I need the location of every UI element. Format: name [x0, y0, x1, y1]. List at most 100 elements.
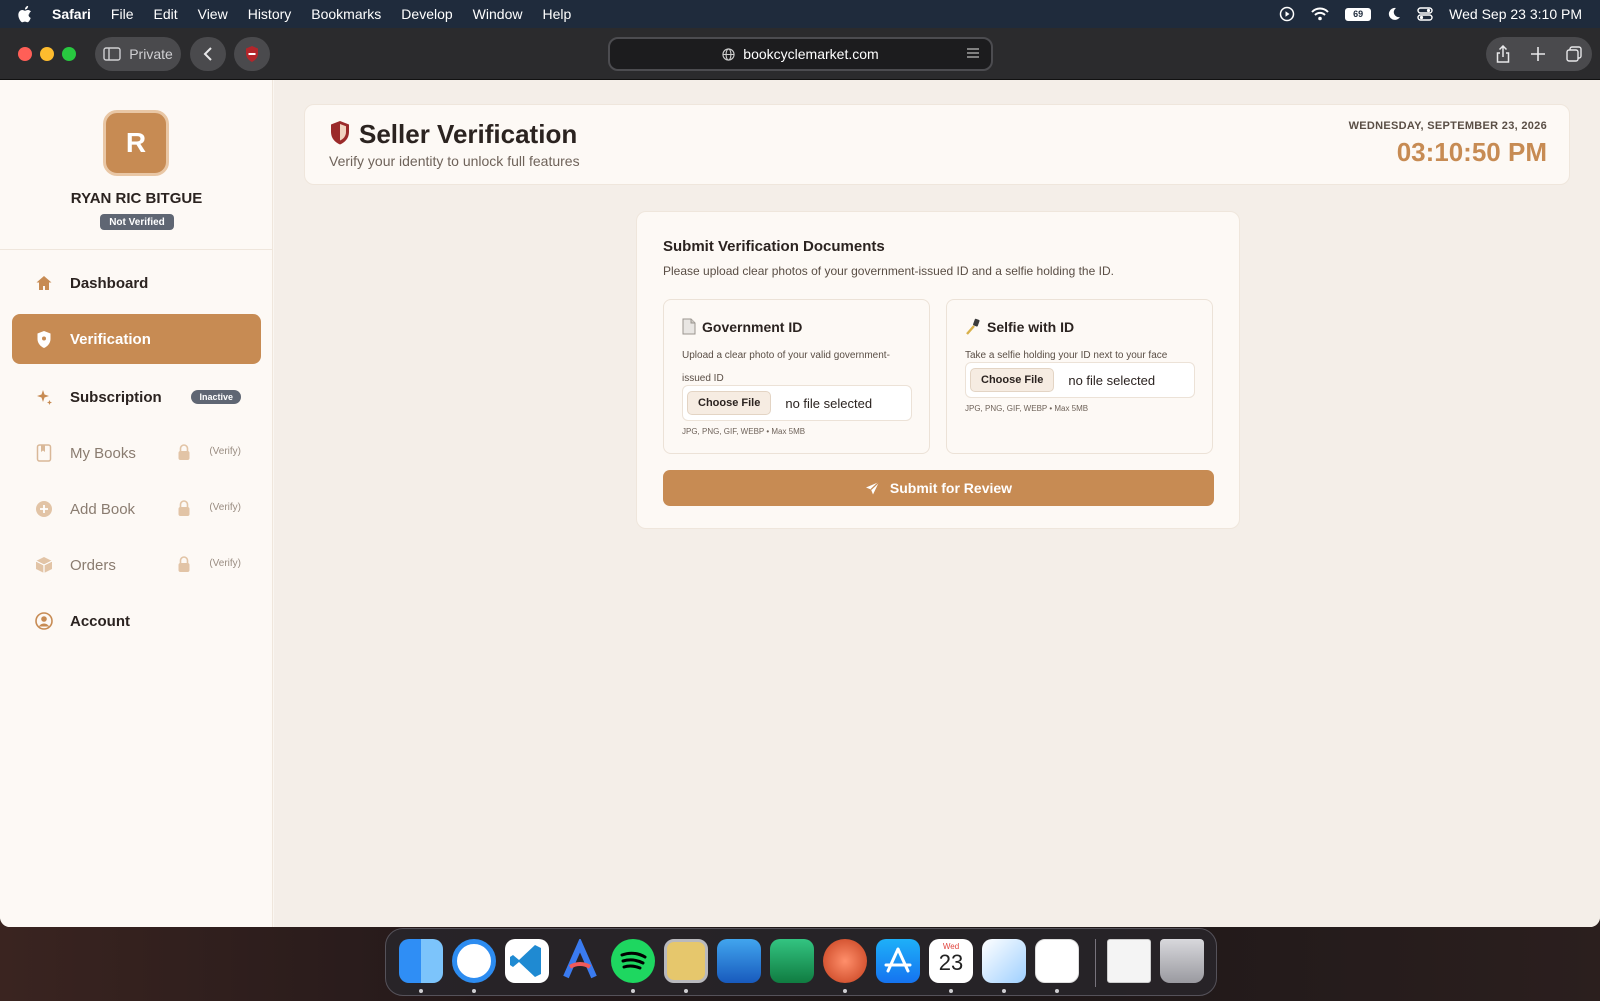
reader-menu-icon[interactable] [967, 48, 979, 58]
sidebar-item-orders[interactable]: Orders (Verify) [12, 540, 261, 590]
app-store-icon[interactable] [876, 939, 920, 983]
verification-documents-card: Submit Verification Documents Please upl… [636, 211, 1240, 529]
finder-icon[interactable] [399, 939, 443, 983]
safari-icon[interactable] [452, 939, 496, 983]
submit-for-review-button[interactable]: Submit for Review [663, 470, 1214, 506]
selfie-file-input[interactable]: Choose File no file selected [965, 362, 1195, 398]
selfie-upload: Selfie with ID Take a selfie holding you… [946, 299, 1213, 454]
menu-bar: Safari File Edit View History Bookmarks … [0, 0, 1600, 28]
word-icon[interactable] [717, 939, 761, 983]
page-subtitle: Verify your identity to unlock full feat… [329, 153, 580, 169]
government-id-file-input[interactable]: Choose File no file selected [682, 385, 912, 421]
lock-icon [177, 499, 191, 521]
choose-file-button[interactable]: Choose File [687, 391, 772, 415]
shield-icon [34, 329, 54, 349]
sidebar-item-label: Dashboard [70, 274, 149, 292]
toolbar-actions [1486, 37, 1592, 71]
moon-icon[interactable] [1387, 7, 1401, 21]
sidebar-item-label: My Books [70, 444, 136, 462]
lock-icon [177, 555, 191, 577]
subscription-status-badge: Inactive [191, 390, 241, 404]
address-bar[interactable]: bookcyclemarket.com [608, 37, 993, 71]
sidebar-item-subscription[interactable]: Subscription Inactive [12, 372, 261, 422]
spotify-icon[interactable] [611, 939, 655, 983]
calendar-icon[interactable]: Wed 23 [929, 939, 973, 983]
menu-bookmarks[interactable]: Bookmarks [311, 6, 381, 22]
government-id-title: Government ID [702, 318, 803, 335]
browser-window: Private bookcyclemarket.com R RYAN RIC B… [0, 28, 1600, 927]
file-status: no file selected [1068, 372, 1156, 388]
private-label: Private [129, 46, 173, 62]
globe-icon [722, 47, 735, 61]
app-sidebar: R RYAN RIC BITGUE Not Verified Dashboard… [0, 80, 273, 927]
file-format-hint: JPG, PNG, GIF, WEBP • Max 5MB [965, 404, 1089, 413]
selfie-stick-icon [966, 318, 980, 335]
sidebar-item-add-book[interactable]: Add Book (Verify) [12, 484, 261, 534]
menu-history[interactable]: History [248, 6, 292, 22]
running-indicator [949, 989, 953, 993]
minimize-window-button[interactable] [40, 47, 54, 61]
browser-toolbar: Private bookcyclemarket.com [0, 28, 1600, 80]
battery-icon[interactable]: 69 [1345, 7, 1372, 21]
selfie-heading: Selfie with ID [965, 318, 1074, 335]
menu-clock[interactable]: Wed Sep 23 3:10 PM [1449, 6, 1582, 22]
sidebar-item-label: Add Book [70, 500, 136, 518]
back-button[interactable] [190, 37, 226, 71]
sidebar-toggle-button[interactable]: Private [95, 37, 181, 71]
document-icon[interactable] [1107, 939, 1151, 983]
excel-icon[interactable] [770, 939, 814, 983]
wifi-icon[interactable] [1311, 7, 1329, 21]
main-content: Seller Verification Verify your identity… [274, 80, 1600, 927]
running-indicator [472, 989, 476, 993]
documents-description: Please upload clear photos of your gover… [663, 264, 1114, 278]
powerpoint-icon[interactable] [823, 939, 867, 983]
menu-view[interactable]: View [198, 6, 228, 22]
save-disk-icon[interactable] [664, 939, 708, 983]
tab-overview-icon[interactable] [1565, 46, 1582, 62]
choose-file-button[interactable]: Choose File [970, 368, 1055, 392]
submit-label: Submit for Review [889, 480, 1013, 496]
share-icon[interactable] [1496, 45, 1510, 63]
sidebar-item-dashboard[interactable]: Dashboard [12, 258, 261, 308]
book-icon [34, 443, 54, 463]
trash-icon[interactable] [1160, 939, 1204, 983]
running-indicator [684, 989, 688, 993]
documents-title: Submit Verification Documents [663, 238, 885, 255]
menu-file[interactable]: File [111, 6, 134, 22]
menu-app-name[interactable]: Safari [52, 6, 91, 22]
running-indicator [843, 989, 847, 993]
menu-window[interactable]: Window [473, 6, 523, 22]
sidebar-item-label: Verification [70, 330, 151, 348]
file-status: no file selected [785, 395, 873, 411]
sidebar-item-label: Orders [70, 556, 116, 574]
sidebar-item-my-books[interactable]: My Books (Verify) [12, 428, 261, 478]
running-indicator [631, 989, 635, 993]
status-badge: Not Verified [100, 214, 174, 230]
menu-develop[interactable]: Develop [401, 6, 452, 22]
user-name: RYAN RIC BITGUE [70, 190, 203, 207]
preview-icon[interactable] [982, 939, 1026, 983]
menu-help[interactable]: Help [542, 6, 571, 22]
verify-hint: (Verify) [209, 446, 241, 457]
zoom-window-button[interactable] [62, 47, 76, 61]
apple-icon[interactable] [18, 5, 34, 23]
arc-icon[interactable] [558, 937, 602, 983]
notes-icon[interactable] [1035, 939, 1079, 983]
control-center-icon[interactable] [1417, 7, 1433, 21]
calendar-day: 23 [938, 950, 964, 975]
close-window-button[interactable] [18, 47, 32, 61]
box-icon [34, 555, 54, 575]
current-date: WEDNESDAY, SEPTEMBER 23, 2026 [1348, 120, 1547, 132]
play-circle-icon[interactable] [1279, 6, 1295, 22]
privacy-shield-button[interactable] [234, 37, 270, 71]
send-icon [865, 481, 880, 494]
verify-hint: (Verify) [209, 558, 241, 569]
new-tab-icon[interactable] [1530, 47, 1545, 61]
vscode-icon[interactable] [505, 939, 549, 983]
sidebar-item-account[interactable]: Account [12, 596, 261, 646]
menu-edit[interactable]: Edit [153, 6, 177, 22]
sidebar-item-label: Subscription [70, 388, 162, 406]
government-id-heading: Government ID [682, 318, 802, 335]
sidebar-item-verification[interactable]: Verification [12, 314, 261, 364]
document-icon [682, 318, 696, 335]
